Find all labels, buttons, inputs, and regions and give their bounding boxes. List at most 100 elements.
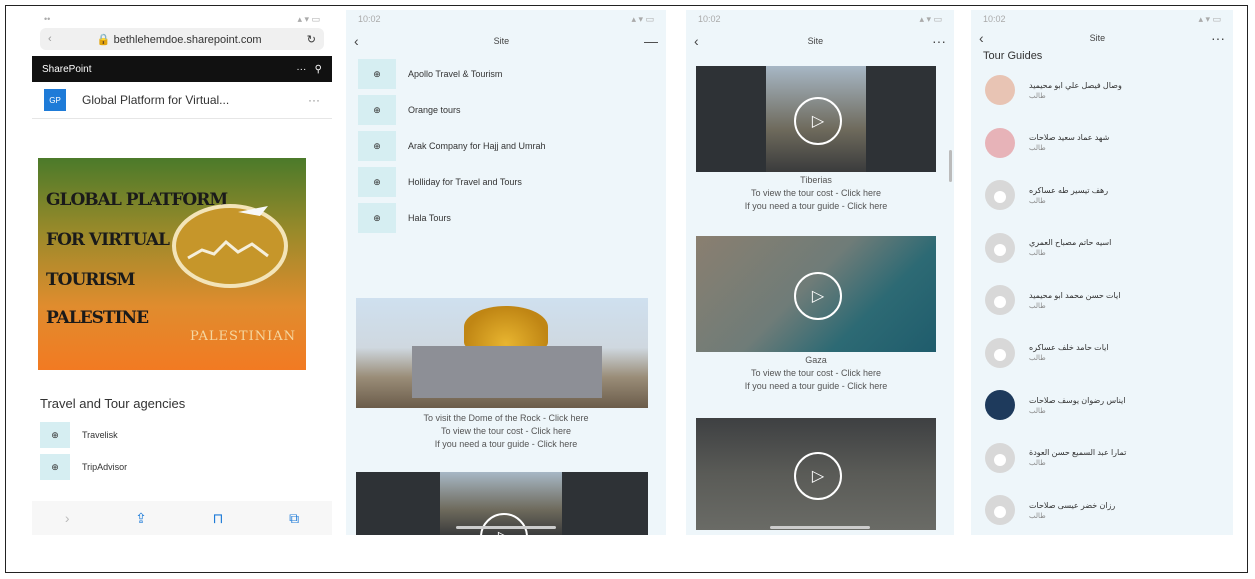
guide-name: اسيه حاتم مصباح العمري (1029, 238, 1112, 248)
list-item[interactable]: شهد عماد سعيد صلاحات طالب (971, 117, 1233, 170)
site-header[interactable]: GP Global Platform for Virtual... ··· (32, 82, 332, 119)
scrollbar[interactable] (949, 150, 952, 182)
phone-site-agencies: 10:02 ▴ ▾ ▭ ‹ Site — ⊕ Apollo Travel & Tou… (346, 10, 666, 535)
tiberias-captions: Tiberias To view the tour cost - Click h… (686, 174, 946, 213)
agency-label: Holliday for Travel and Tours (408, 177, 522, 187)
avatar (985, 285, 1015, 316)
site-title: Global Platform for Virtual... (82, 93, 230, 107)
status-time: 10:02 (983, 14, 1006, 24)
status-time: 10:02 (358, 14, 381, 24)
more-icon[interactable]: ··· (1211, 30, 1225, 46)
phone-sharepoint-home: •• ▴ ▾ ▭ ‹ 🔒 bethlehemdoe.sharepoint.com … (32, 10, 332, 535)
avatar (985, 75, 1015, 106)
guide-name: رهف تيسير طه عساكره (1029, 185, 1109, 195)
section-title: Travel and Tour agencies (40, 396, 186, 411)
agency-label: Orange tours (408, 105, 461, 115)
play-icon[interactable]: ▷ (794, 272, 842, 320)
cost-link[interactable]: To view the tour cost - Click here (686, 187, 946, 200)
cost-link[interactable]: To view the tour cost - Click here (686, 367, 946, 380)
agency-list: ⊕ Apollo Travel & Tourism ⊕ Orange tours ⊕… (346, 54, 666, 238)
browser-toolbar: › ⇪ ⊓ ⧉ (32, 501, 332, 535)
phone-tour-guides: 10:02 ▴ ▾ ▭ ‹ Site ··· Tour Guides وصال ف… (971, 10, 1233, 535)
guide-name: ايات حامد خلف عساكره (1029, 343, 1109, 353)
video-thumbnail[interactable]: ▷ (696, 236, 936, 352)
nav-bar: ‹ Site — (346, 28, 666, 54)
golden-dome (464, 306, 548, 348)
list-item[interactable]: ⊕ Orange tours (358, 92, 654, 128)
list-item[interactable]: ⊕ Apollo Travel & Tourism (358, 56, 654, 92)
play-icon[interactable]: ▷ (794, 97, 842, 145)
back-icon[interactable]: ‹ (979, 30, 984, 46)
home-indicator (770, 526, 870, 529)
agency-label: Arak Company for Hajj and Umrah (408, 141, 546, 151)
more-icon[interactable]: ··· (932, 33, 946, 49)
guide-name: وصال فيصل علي ابو محيميد (1029, 80, 1122, 90)
video-place: Tiberias (800, 175, 832, 185)
dome-building (412, 346, 602, 398)
video-thumbnail[interactable]: ▷ (696, 66, 936, 172)
list-item[interactable]: رزان خضر عيسى صلاحات طالب (971, 484, 1233, 535)
screenshot-frame: •• ▴ ▾ ▭ ‹ 🔒 bethlehemdoe.sharepoint.com … (5, 5, 1248, 573)
agency-label: TripAdvisor (82, 462, 128, 472)
cost-link[interactable]: To view the tour cost - Click here (346, 425, 666, 438)
dome-of-the-rock-image[interactable] (356, 298, 648, 408)
nav-title: Site (807, 36, 824, 46)
globe-icon: ⊕ (40, 454, 70, 480)
list-item[interactable]: رهف تيسير طه عساكره طالب (971, 169, 1233, 222)
globe-icon: ⊕ (358, 167, 396, 197)
back-icon[interactable]: ‹ (694, 33, 699, 49)
list-item[interactable]: ايات حسن محمد ابو محيميد طالب (971, 274, 1233, 327)
guide-name: ايناس رضوان يوسف صلاحات (1029, 395, 1126, 405)
avatar (985, 390, 1015, 421)
agency-label: Travelisk (82, 430, 118, 440)
status-bar: 10:02 ▴ ▾ ▭ (358, 13, 654, 25)
menu-icon[interactable]: — (644, 33, 658, 49)
list-item[interactable]: وصال فيصل علي ابو محيميد طالب (971, 64, 1233, 117)
globe-plane-emblem (172, 204, 288, 288)
guide-link[interactable]: If you need a tour guide - Click here (686, 200, 946, 213)
guide-link[interactable]: If you need a tour guide - Click here (686, 380, 946, 393)
app-name: SharePoint (42, 63, 92, 75)
tabs-icon[interactable]: ⧉ (289, 510, 299, 527)
more-icon[interactable]: ··· (296, 64, 306, 75)
list-item[interactable]: ⊕ Holliday for Travel and Tours (358, 164, 654, 200)
reload-icon[interactable]: ↻ (307, 33, 316, 46)
nav-bar: ‹ Site ··· (686, 28, 954, 54)
list-item[interactable]: ⊕ Arak Company for Hajj and Umrah (358, 128, 654, 164)
avatar (985, 180, 1015, 211)
forward-icon[interactable]: › (65, 510, 70, 526)
globe-icon: ⊕ (358, 95, 396, 125)
status-bar: 10:02 ▴ ▾ ▭ (698, 13, 942, 25)
list-item[interactable]: اسيه حاتم مصباح العمري طالب (971, 222, 1233, 275)
gaza-captions: Gaza To view the tour cost - Click here … (686, 354, 946, 393)
list-item[interactable]: ⊕ Travelisk (40, 419, 185, 451)
bookmarks-icon[interactable]: ⊓ (213, 510, 224, 527)
sharepoint-header: SharePoint ··· ⚲ (32, 56, 332, 82)
video-thumbnail[interactable]: ▷ (696, 418, 936, 530)
list-item[interactable]: ايناس رضوان يوسف صلاحات طالب (971, 379, 1233, 432)
url-text: bethlehemdoe.sharepoint.com (113, 33, 262, 46)
visit-link[interactable]: To visit the Dome of the Rock - Click he… (346, 412, 666, 425)
dome-captions: To visit the Dome of the Rock - Click he… (346, 412, 666, 451)
nav-title: Site (493, 36, 510, 46)
share-icon[interactable]: ⇪ (135, 510, 147, 527)
guide-name: ايات حسن محمد ابو محيميد (1029, 290, 1121, 300)
text-size-icon[interactable]: ‹ (48, 33, 52, 45)
play-icon[interactable]: ▷ (794, 452, 842, 500)
section-title: Tour Guides (983, 50, 1043, 62)
back-icon[interactable]: ‹ (354, 33, 359, 49)
list-item[interactable]: ⊕ TripAdvisor (40, 451, 185, 483)
guide-link[interactable]: If you need a tour guide - Click here (346, 438, 666, 451)
site-more-icon[interactable]: ··· (308, 93, 320, 107)
guide-role: طالب (1029, 92, 1046, 100)
list-item[interactable]: تمارا عبد السميع حسن العودة طالب (971, 432, 1233, 485)
globe-icon: ⊕ (358, 59, 396, 89)
profile-icon[interactable]: ⚲ (315, 64, 322, 75)
list-item[interactable]: ⊕ Hala Tours (358, 200, 654, 236)
guide-role: طالب (1029, 512, 1046, 520)
guide-name: شهد عماد سعيد صلاحات (1029, 133, 1110, 143)
list-item[interactable]: ايات حامد خلف عساكره طالب (971, 327, 1233, 380)
agency-label: Hala Tours (408, 213, 451, 223)
address-bar[interactable]: ‹ 🔒 bethlehemdoe.sharepoint.com ↻ (40, 28, 324, 50)
guide-role: طالب (1029, 302, 1046, 310)
